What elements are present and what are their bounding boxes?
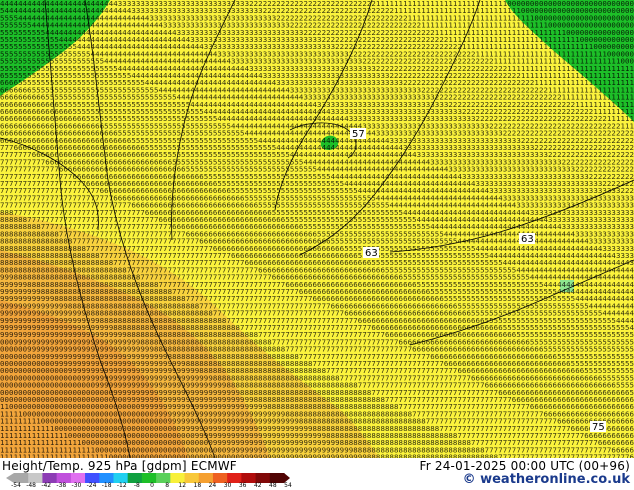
colorbar-tick: 12 [178,482,187,489]
colorbar-tick: -12 [116,482,127,489]
colorbar-tick: -18 [101,482,112,489]
height-temperature-map: 4444444444444444444444444433333333333333… [0,0,634,458]
colorbar-tick: 36 [238,482,247,489]
colorbar-tick-labels: -54 -48 -42 -38 -30 -24 -18 -12 -8 0 8 12 18 24 30 36 42… [6,482,296,490]
contour-label: 57 [352,129,365,140]
contour-label: 63 [365,248,378,259]
colorbar-tick: -30 [71,482,82,489]
colorbar-tick: 42 [253,482,262,489]
colorbar-tick: -8 [133,482,140,489]
colorbar-tick: -42 [41,482,52,489]
colorbar-tick: 54 [284,482,292,489]
map-footer: Height/Temp. 925 hPa [gdpm] ECMWF Fr 24-… [0,458,634,490]
contour-label: 63 [521,234,534,245]
colorbar-tick: 24 [208,482,217,489]
colorbar-tick: 18 [193,482,202,489]
weather-map-app: 4444444444444444444444444433333333333333… [0,0,634,490]
colorbar-tick: -54 [11,482,21,489]
colorbar-tick: -24 [86,482,97,489]
colorbar-tick: 8 [165,482,170,489]
colorbar-tick: -38 [56,482,67,489]
colorbar-tick: 48 [269,482,277,489]
contour-label: 75 [592,422,605,433]
colorbar-tick: -48 [26,482,37,489]
product-title: Height/Temp. 925 hPa [gdpm] ECMWF [2,459,237,473]
site-credit[interactable]: © weatheronline.co.uk [463,473,630,487]
colorbar-tick: 30 [223,482,232,489]
valid-time: Fr 24-01-2025 00:00 UTC (00+96) [419,459,630,473]
temperature-digit-field: 4444444444444444444444444433333333333333… [0,0,634,458]
colorbar-tick: 0 [150,482,154,489]
